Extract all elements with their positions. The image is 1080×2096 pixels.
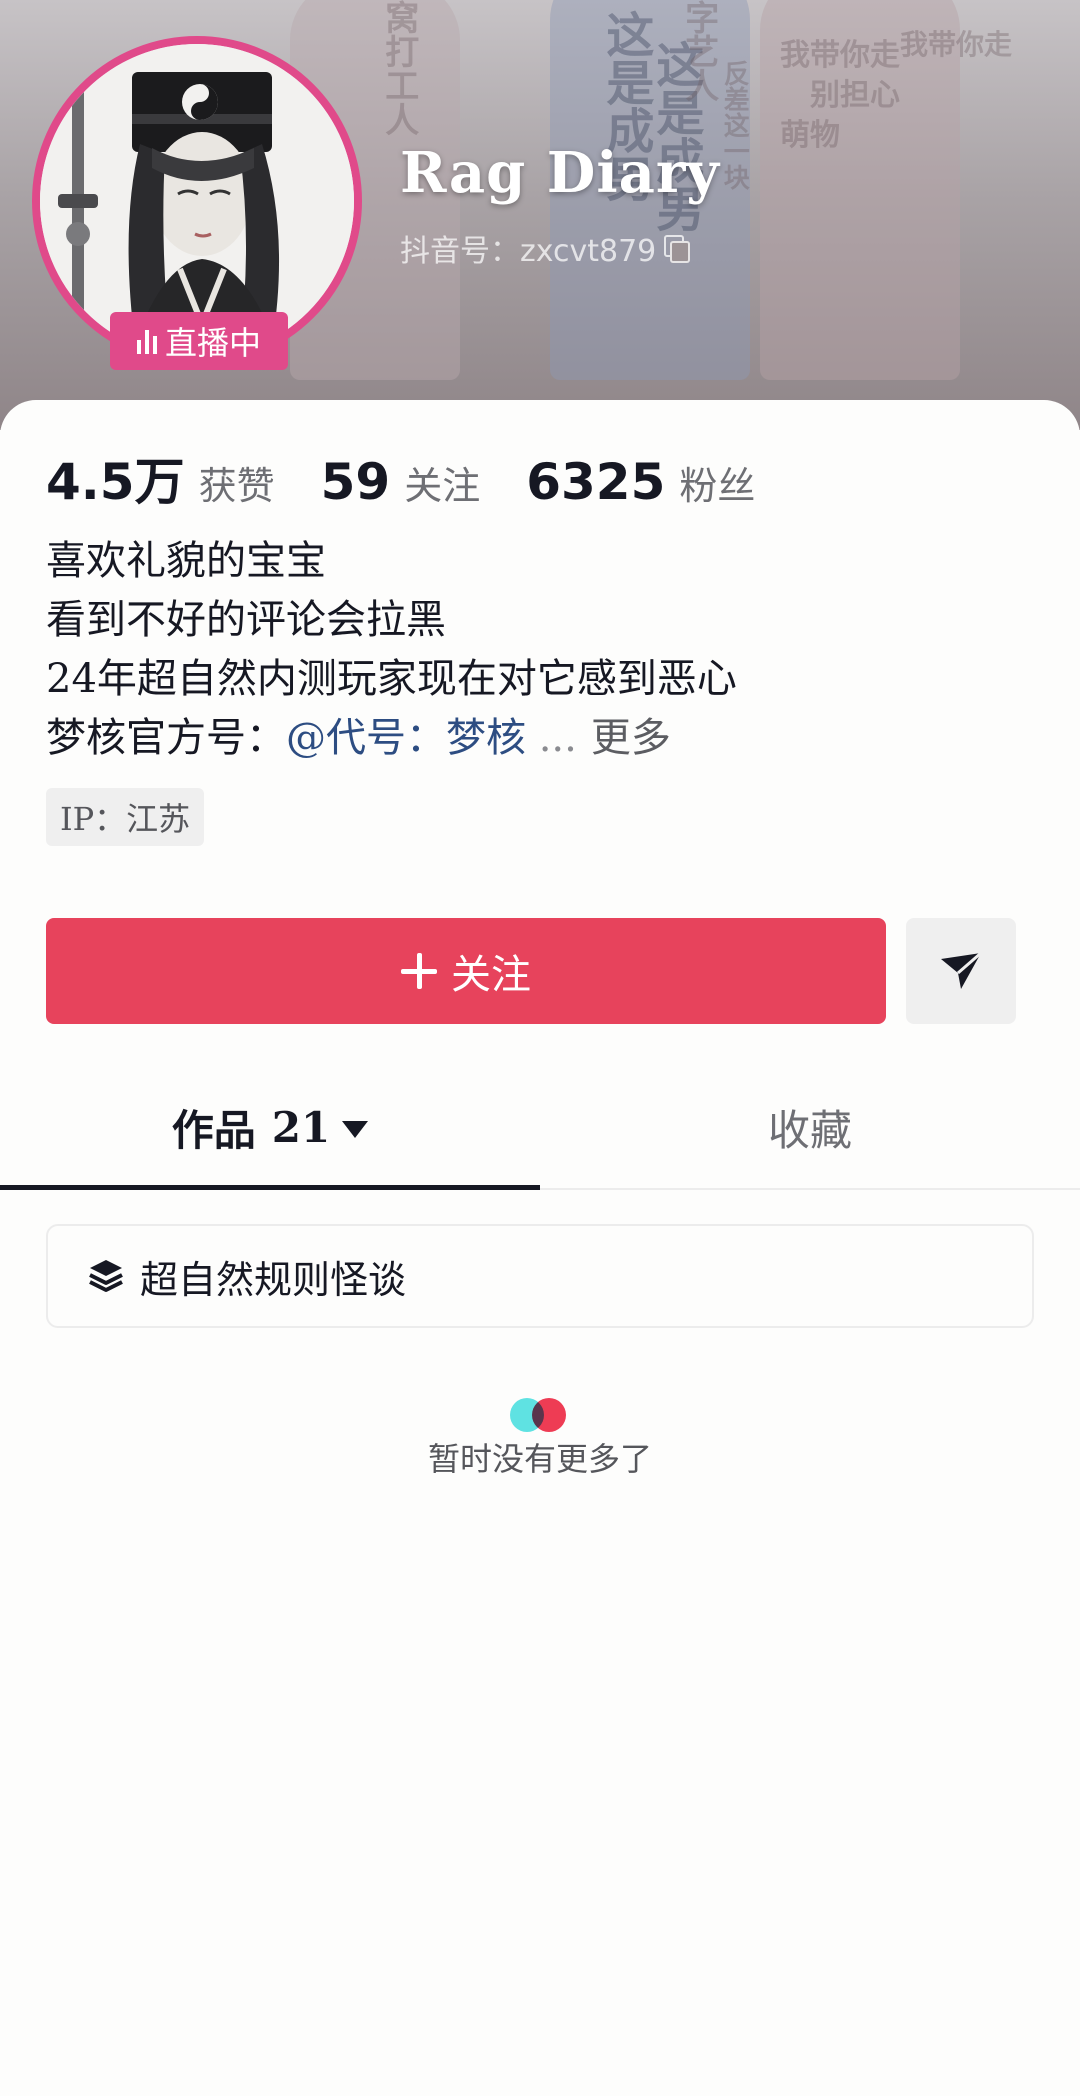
live-bars-icon	[136, 328, 157, 354]
stat-likes[interactable]: 4.5万 获赞	[46, 442, 275, 514]
tab-works-count: 21	[271, 1102, 331, 1152]
profile-tabs: 作品 21 收藏	[0, 1066, 1080, 1190]
collection-item[interactable]: 超自然规则怪谈	[46, 1224, 1034, 1328]
stat-followers-label: 粉丝	[679, 464, 756, 508]
bio: 喜欢礼貌的宝宝 看到不好的评论会拉黑 24年超自然内测玩家现在对它感到恶心 梦核…	[46, 532, 737, 768]
bio-line: 喜欢礼貌的宝宝	[46, 538, 326, 584]
douyin-id[interactable]: 抖音号：zxcvt879	[400, 226, 691, 270]
dropdown-triangle-icon[interactable]	[342, 1120, 369, 1138]
stat-followers[interactable]: 6325 粉丝	[526, 453, 755, 511]
banner-wordart-5: 别担心	[810, 78, 900, 113]
live-badge-label: 直播中	[164, 324, 261, 362]
bio-ellipsis: ...	[538, 715, 577, 761]
loading-dots-icon	[510, 1398, 570, 1434]
tab-favorites-label: 收藏	[767, 1105, 852, 1155]
bio-prefix: 梦核官方号：	[46, 715, 286, 761]
banner-wordart-4: 我带你走	[780, 38, 900, 73]
send-message-button[interactable]	[906, 918, 1016, 1024]
douyin-id-text: 抖音号：zxcvt879	[400, 234, 657, 269]
layers-icon	[89, 1260, 123, 1292]
tab-works-label: 作品	[171, 1105, 256, 1155]
copy-icon[interactable]	[664, 235, 691, 263]
banner-wordart-7: 我带你走	[900, 28, 1013, 61]
bio-more-link[interactable]: 更多	[591, 715, 671, 761]
bio-mention-link[interactable]: @代号：梦核	[286, 715, 526, 761]
follow-button-label: 关注	[451, 952, 531, 998]
bio-line: 24年超自然内测玩家现在对它感到恶心	[46, 656, 737, 702]
collection-title: 超自然规则怪谈	[140, 1257, 407, 1302]
profile-card: 4.5万 获赞 59 关注 6325 粉丝 喜欢礼貌的宝宝 看到不好的评论会拉黑…	[0, 400, 1080, 2096]
avatar-portrait-image	[40, 44, 354, 358]
banner-wordart-6: 萌物	[780, 118, 840, 153]
profile-name: Rag Diary	[400, 140, 720, 206]
bio-line-last: 梦核官方号：@代号：梦核 ... 更多	[46, 709, 737, 768]
stat-following[interactable]: 59 关注	[321, 453, 481, 511]
stat-likes-value: 4.5万	[46, 453, 185, 511]
tab-works[interactable]: 作品 21	[0, 1066, 540, 1190]
stats-row: 4.5万 获赞 59 关注 6325 粉丝	[46, 442, 801, 514]
no-more-content-text: 暂时没有更多了	[427, 1440, 652, 1478]
stat-likes-label: 获赞	[198, 464, 275, 508]
follow-button[interactable]: 关注	[46, 918, 886, 1024]
bio-line: 看到不好的评论会拉黑	[46, 597, 446, 643]
loader-dot-red	[532, 1398, 566, 1432]
stat-following-value: 59	[320, 453, 391, 511]
plus-icon	[401, 953, 437, 989]
tab-favorites[interactable]: 收藏	[540, 1066, 1080, 1188]
send-icon	[941, 951, 982, 989]
stat-following-label: 关注	[404, 464, 481, 508]
banner-wordart-1: 窝打工人	[378, 0, 419, 136]
live-badge[interactable]: 直播中	[110, 312, 288, 370]
banner-wordart-8: 字艺人	[678, 0, 719, 102]
ip-location-tag: IP：江苏	[46, 788, 205, 846]
stat-followers-value: 6325	[526, 453, 666, 511]
banner-wordart-9: 反差这一块	[719, 60, 750, 190]
profile-banner: 窝打工人 这是成男 这是成男 我带你走 别担心 萌物 我带你走 字艺人 反差这一…	[0, 0, 1080, 430]
